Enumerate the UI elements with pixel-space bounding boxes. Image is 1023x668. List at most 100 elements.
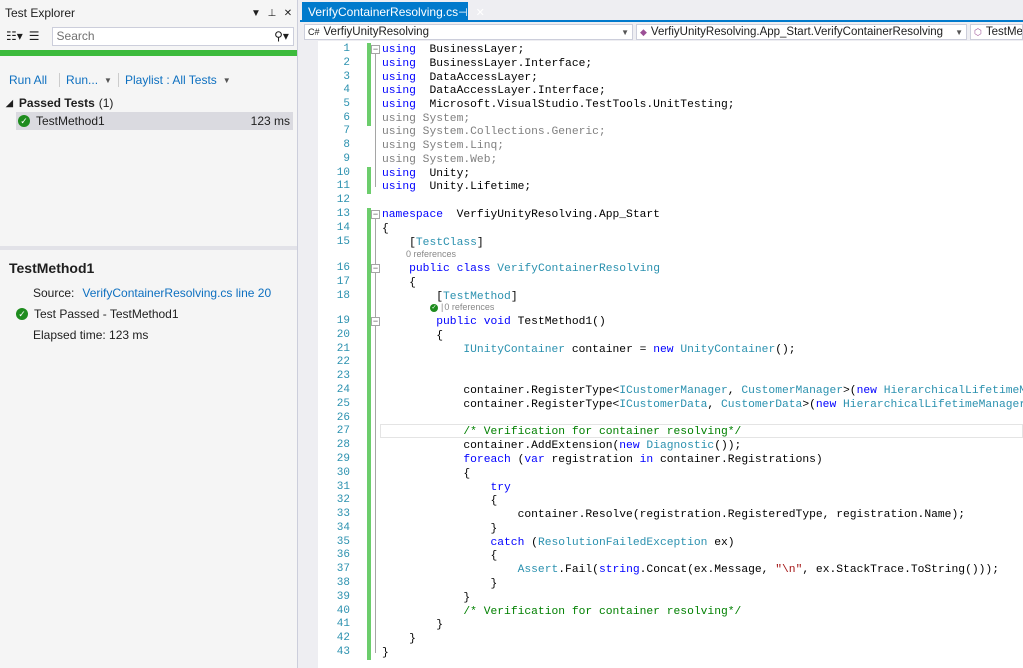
collapse-icon[interactable]: − <box>371 264 380 273</box>
detail-result: ✓ Test Passed - TestMethod1 <box>16 305 297 323</box>
project-dropdown[interactable]: C# VerfiyUnityResolving ▼ <box>304 24 633 40</box>
code-line[interactable]: catch (ResolutionFailedException ex) <box>382 536 735 550</box>
code-token: new <box>856 385 877 397</box>
method-icon: ⬡ <box>974 26 982 37</box>
line-number: 32 <box>336 494 350 506</box>
collapse-icon[interactable]: − <box>371 45 380 54</box>
code-token: Unity.Lifetime; <box>415 181 532 193</box>
code-area[interactable]: − − − − 1 using BusinessLayer; 2 using Business… <box>300 41 1023 668</box>
pin-icon[interactable]: ⊣ <box>458 6 468 19</box>
code-line[interactable]: { <box>382 549 497 563</box>
member-dropdown[interactable]: ⬡ TestMet <box>970 24 1023 40</box>
code-token: ex) <box>707 537 735 549</box>
code-line[interactable]: IUnityContainer container = new UnityCon… <box>382 343 795 357</box>
line-number: 6 <box>343 112 350 124</box>
codelens-method-references[interactable]: ✓ | 0 references <box>430 302 494 313</box>
code-line[interactable]: public void TestMethod1() <box>382 315 606 329</box>
code-line[interactable]: container.AddExtension(new Diagnostic())… <box>382 439 741 453</box>
search-icon[interactable]: ⚲▾ <box>271 29 293 43</box>
tab-verifycontainerresolving[interactable]: VerifyContainerResolving.cs ⊣ ✕ <box>302 2 485 22</box>
code-token: Assert <box>517 564 559 576</box>
code-line[interactable]: try <box>382 481 510 495</box>
search-input[interactable]: Search ⚲▾ <box>51 26 294 46</box>
line-number: 4 <box>343 84 350 96</box>
test-explorer-titlebar: Test Explorer ▼ ⊥ ✕ <box>0 0 297 26</box>
code-line[interactable]: using Microsoft.VisualStudio.TestTools.U… <box>382 98 735 112</box>
code-line[interactable]: foreach (var registration in container.R… <box>382 453 822 467</box>
outline-line <box>375 54 376 187</box>
code-token: { <box>382 223 389 235</box>
run-link[interactable]: Run... <box>66 73 98 87</box>
code-line[interactable]: } <box>382 522 497 536</box>
collapse-icon[interactable]: − <box>371 317 380 326</box>
code-token: ] <box>510 291 518 303</box>
code-line[interactable]: using System.Web; <box>382 153 497 167</box>
code-token: using System.Linq; <box>382 140 505 152</box>
close-tab-icon[interactable]: ✕ <box>476 6 485 19</box>
close-icon[interactable]: ✕ <box>281 8 295 19</box>
code-line[interactable]: { <box>382 467 470 481</box>
code-token: } <box>382 523 498 535</box>
code-token: container.AddExtension( <box>382 440 620 452</box>
playlist-icon[interactable]: ☰ <box>29 29 40 43</box>
line-number: 3 <box>343 71 350 83</box>
code-line[interactable]: container.RegisterType<ICustomerData, Cu… <box>382 398 1023 412</box>
code-token: } <box>382 619 444 631</box>
line-number: 26 <box>336 412 350 424</box>
code-line[interactable]: } <box>382 646 389 660</box>
code-line[interactable]: namespace VerfiyUnityResolving.App_Start <box>382 208 660 222</box>
collapse-icon[interactable]: − <box>371 210 380 219</box>
code-line[interactable]: using BusinessLayer.Interface; <box>382 57 592 71</box>
collapse-triangle-icon[interactable]: ◢ <box>6 98 13 109</box>
code-line[interactable]: /* Verification for container resolving*… <box>382 425 741 439</box>
line-number: 19 <box>336 315 350 327</box>
code-line[interactable]: [TestClass] <box>382 236 484 250</box>
code-token: using System.Web; <box>382 154 498 166</box>
passed-tests-group[interactable]: ◢ Passed Tests (1) <box>0 94 297 112</box>
pin-icon[interactable]: ⊥ <box>265 8 279 19</box>
test-row[interactable]: ✓ TestMethod1 123 ms <box>16 112 293 130</box>
code-line[interactable]: } <box>382 577 497 591</box>
code-line[interactable]: using System.Linq; <box>382 139 504 153</box>
code-token: registration <box>544 454 640 466</box>
playlist-link[interactable]: Playlist : All Tests <box>125 73 217 87</box>
code-line[interactable]: using BusinessLayer; <box>382 43 524 57</box>
code-line[interactable]: { <box>382 276 416 290</box>
line-number: 29 <box>336 453 350 465</box>
codelens-text: 0 references <box>444 302 495 312</box>
code-line[interactable]: public class VerifyContainerResolving <box>382 262 660 276</box>
code-line[interactable]: container.Resolve(registration.Registere… <box>382 508 965 522</box>
code-token: public <box>409 263 450 275</box>
code-line[interactable]: using DataAccessLayer; <box>382 71 538 85</box>
code-line[interactable]: { <box>382 494 497 508</box>
group-by-icon[interactable]: ☷▾ <box>6 29 23 43</box>
code-line[interactable]: { <box>382 329 443 343</box>
code-line[interactable]: Assert.Fail(string.Concat(ex.Message, "\… <box>382 563 999 577</box>
code-line[interactable]: using System; <box>382 112 470 126</box>
code-line[interactable]: container.RegisterType<ICustomerManager,… <box>382 384 1023 398</box>
test-passed-icon[interactable]: ✓ <box>430 303 438 312</box>
code-line[interactable]: using Unity.Lifetime; <box>382 180 531 194</box>
code-line[interactable]: using DataAccessLayer.Interface; <box>382 84 606 98</box>
code-line[interactable]: using System.Collections.Generic; <box>382 125 606 139</box>
code-line[interactable]: using Unity; <box>382 167 470 181</box>
code-token: new <box>815 399 837 411</box>
playlist-dropdown-icon[interactable]: ▼ <box>223 76 231 85</box>
line-number: 20 <box>336 329 350 341</box>
run-all-link[interactable]: Run All <box>9 73 47 87</box>
window-position-dropdown-icon[interactable]: ▼ <box>249 8 263 19</box>
code-token: >( <box>802 399 816 411</box>
code-line[interactable]: /* Verification for container resolving*… <box>382 605 741 619</box>
source-link[interactable]: VerifyContainerResolving.cs line 20 <box>82 286 271 300</box>
code-line[interactable]: } <box>382 618 443 632</box>
codelens-class-references[interactable]: 0 references <box>406 249 456 260</box>
code-line[interactable]: } <box>382 632 416 646</box>
class-dropdown[interactable]: ◆ VerfiyUnityResolving.App_Start.VerifyC… <box>636 24 967 40</box>
code-line[interactable]: { <box>382 222 389 236</box>
code-token: UnityContainer <box>680 344 776 356</box>
line-number: 30 <box>336 467 350 479</box>
run-dropdown-icon[interactable]: ▼ <box>104 76 112 85</box>
code-line[interactable]: } <box>382 591 470 605</box>
